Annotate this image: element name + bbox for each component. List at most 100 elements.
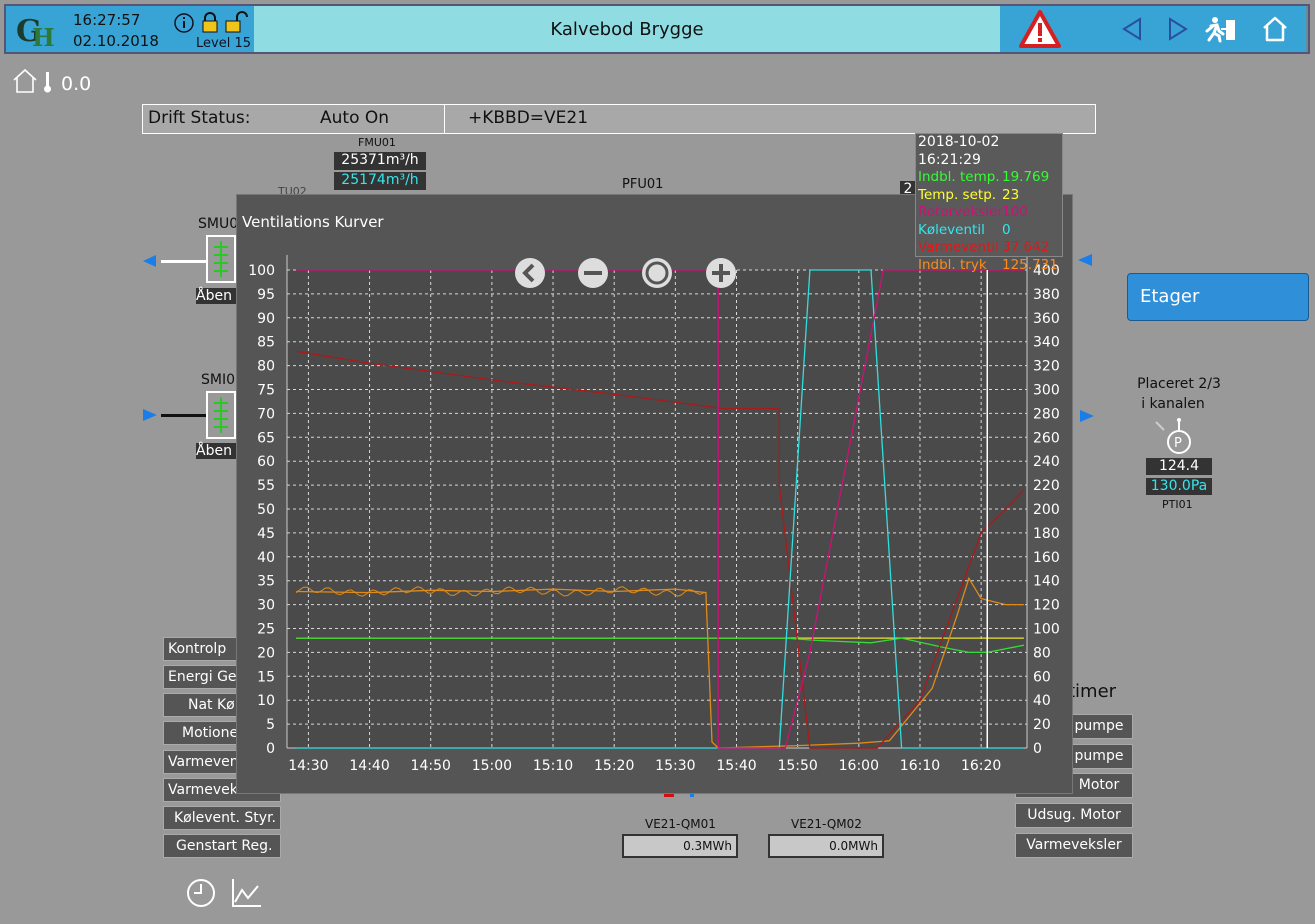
y-left-tick-label: 65	[257, 430, 275, 446]
lock-icon[interactable]	[200, 11, 220, 37]
status-mark-blue	[690, 794, 694, 797]
chevron-left-icon[interactable]	[513, 256, 547, 294]
zoom-out-icon[interactable]	[576, 256, 610, 294]
udsug-motor-button[interactable]: Udsug. Motor	[1015, 803, 1133, 828]
company-logo: G H	[6, 6, 66, 52]
unlock-icon[interactable]	[224, 11, 248, 37]
y-left-tick-label: 50	[257, 502, 275, 518]
y-right-tick-label: 180	[1033, 526, 1060, 542]
tooltip-row-name: Temp. setp.	[918, 186, 997, 203]
x-tick-label: 15:10	[533, 758, 573, 774]
x-tick-label: 15:30	[655, 758, 695, 774]
y-right-tick-label: 100	[1033, 622, 1060, 638]
tooltip-row-name: Varmeventil	[918, 239, 999, 255]
back-arrow-icon[interactable]	[1120, 16, 1144, 46]
ventilation-curves-popup[interactable]: Ventilations Kurver 0 5 10 15 20 25 30 35 40 45 50…	[236, 194, 1073, 794]
meter-2-label: VE21-QM02	[791, 817, 862, 831]
drift-status-label: Drift Status:	[148, 108, 251, 128]
genstart-reg-button[interactable]: Genstart Reg.	[163, 834, 281, 858]
zoom-in-icon[interactable]	[704, 256, 738, 294]
y-right-tick-label: 60	[1033, 669, 1051, 685]
y-right-tick-label: 360	[1033, 311, 1060, 327]
y-right-tick-label: 40	[1033, 693, 1051, 709]
y-left-tick-label: 15	[257, 669, 275, 685]
clock-time: 16:27:57	[73, 11, 141, 29]
y-right-tick-label: 200	[1033, 502, 1060, 518]
drift-divider	[444, 104, 445, 134]
smu-bottom-state: Åben	[196, 443, 236, 459]
tooltip-row: Varmeventil 37.642	[916, 239, 1062, 257]
damper-bottom[interactable]	[206, 391, 236, 439]
clock-date: 02.10.2018	[73, 32, 159, 50]
y-right-tick-label: 140	[1033, 574, 1060, 590]
svg-text:P: P	[1174, 436, 1182, 451]
flow-arrow-left-icon-right	[1076, 252, 1096, 272]
damper-top[interactable]	[206, 235, 236, 283]
y-right-tick-label: 320	[1033, 359, 1060, 375]
tooltip-row-value: 125.731	[1002, 256, 1058, 273]
smu-bottom-label: SMI0	[201, 372, 236, 388]
home-icon[interactable]	[1260, 14, 1290, 48]
x-tick-label: 15:50	[777, 758, 817, 774]
tooltip-timestamp: 2018-10-02 16:21:29	[918, 134, 1000, 168]
y-left-tick-label: 60	[257, 454, 275, 470]
tooltip-row: Rotorveksler 100	[916, 204, 1062, 222]
clock-icon[interactable]	[185, 876, 219, 914]
x-tick-label: 16:20	[961, 758, 1001, 774]
y-right-tick-label: 300	[1033, 383, 1060, 399]
tooltip-row: Køleventil 0	[916, 222, 1062, 240]
y-right-tick-label: 220	[1033, 478, 1060, 494]
info-icon[interactable]	[174, 12, 194, 38]
warning-icon[interactable]	[1018, 9, 1062, 53]
etager-button[interactable]: Etager	[1127, 273, 1309, 321]
flow-arrow-right-icon-right	[1076, 408, 1096, 428]
y-left-tick-label: 70	[257, 406, 275, 422]
forward-arrow-icon[interactable]	[1166, 16, 1190, 46]
y-left-tick-label: 30	[257, 598, 275, 614]
outdoor-temp-value: 0.0	[61, 73, 92, 95]
meter-1-label: VE21-QM01	[645, 817, 716, 831]
tooltip-row: Indbl. temp. 19.769	[916, 169, 1062, 187]
fmu01-value: 25371m³/h	[334, 152, 426, 170]
x-tick-label: 16:10	[900, 758, 940, 774]
chart-tooltip: 2018-10-02 16:21:29 Indbl. temp. 19.769 Te…	[915, 133, 1063, 273]
y-left-tick-label: 55	[257, 478, 275, 494]
tooltip-row-name: Indbl. temp.	[918, 169, 1000, 185]
status-mark-red	[664, 794, 674, 797]
y-left-tick-label: 25	[257, 622, 275, 638]
y-right-tick-label: 80	[1033, 645, 1051, 661]
y-left-tick-label: 0	[266, 741, 275, 757]
y-left-tick-label: 5	[266, 717, 275, 733]
pti01-label: PTI01	[1162, 498, 1193, 511]
y-right-tick-label: 120	[1033, 598, 1060, 614]
y-left-tick-label: 40	[257, 550, 275, 566]
fmu01-value-2: 25174m³/h	[334, 172, 426, 190]
pti01-value: 124.4	[1146, 458, 1212, 475]
tooltip-row: Indbl. tryk 125.731	[916, 257, 1062, 275]
y-left-tick-label: 20	[257, 645, 275, 661]
y-left-tick-label: 10	[257, 693, 275, 709]
exit-icon[interactable]	[1204, 14, 1238, 48]
pti01-note-line1: Placeret 2/3	[1137, 376, 1221, 392]
y-right-tick-label: 280	[1033, 406, 1060, 422]
x-tick-label: 14:40	[349, 758, 389, 774]
x-tick-label: 15:20	[594, 758, 634, 774]
varmeveksler-right-button[interactable]: Varmeveksler	[1015, 833, 1133, 858]
x-tick-label: 14:30	[288, 758, 328, 774]
x-tick-label: 15:40	[716, 758, 756, 774]
y-right-tick-label: 160	[1033, 550, 1060, 566]
y-right-tick-label: 380	[1033, 287, 1060, 303]
trend-chart-icon[interactable]	[230, 876, 264, 914]
x-tick-label: 16:00	[839, 758, 879, 774]
y-left-tick-label: 80	[257, 359, 275, 375]
title-panel: Kalvebod Brygge	[254, 6, 1000, 52]
time-panel: 16:27:57 02.10.2018 Level 15	[66, 6, 254, 52]
y-right-tick-label: 0	[1033, 741, 1042, 757]
y-right-tick-label: 340	[1033, 335, 1060, 351]
pressure-sensor-icon[interactable]: P	[1152, 416, 1196, 460]
y-right-tick-label: 260	[1033, 430, 1060, 446]
reset-icon[interactable]	[640, 256, 674, 294]
y-left-tick-label: 35	[257, 574, 275, 590]
kolevent-styr-button[interactable]: Kølevent. Styr.	[163, 806, 281, 830]
tooltip-row-name: Rotorveksler	[918, 204, 1003, 220]
